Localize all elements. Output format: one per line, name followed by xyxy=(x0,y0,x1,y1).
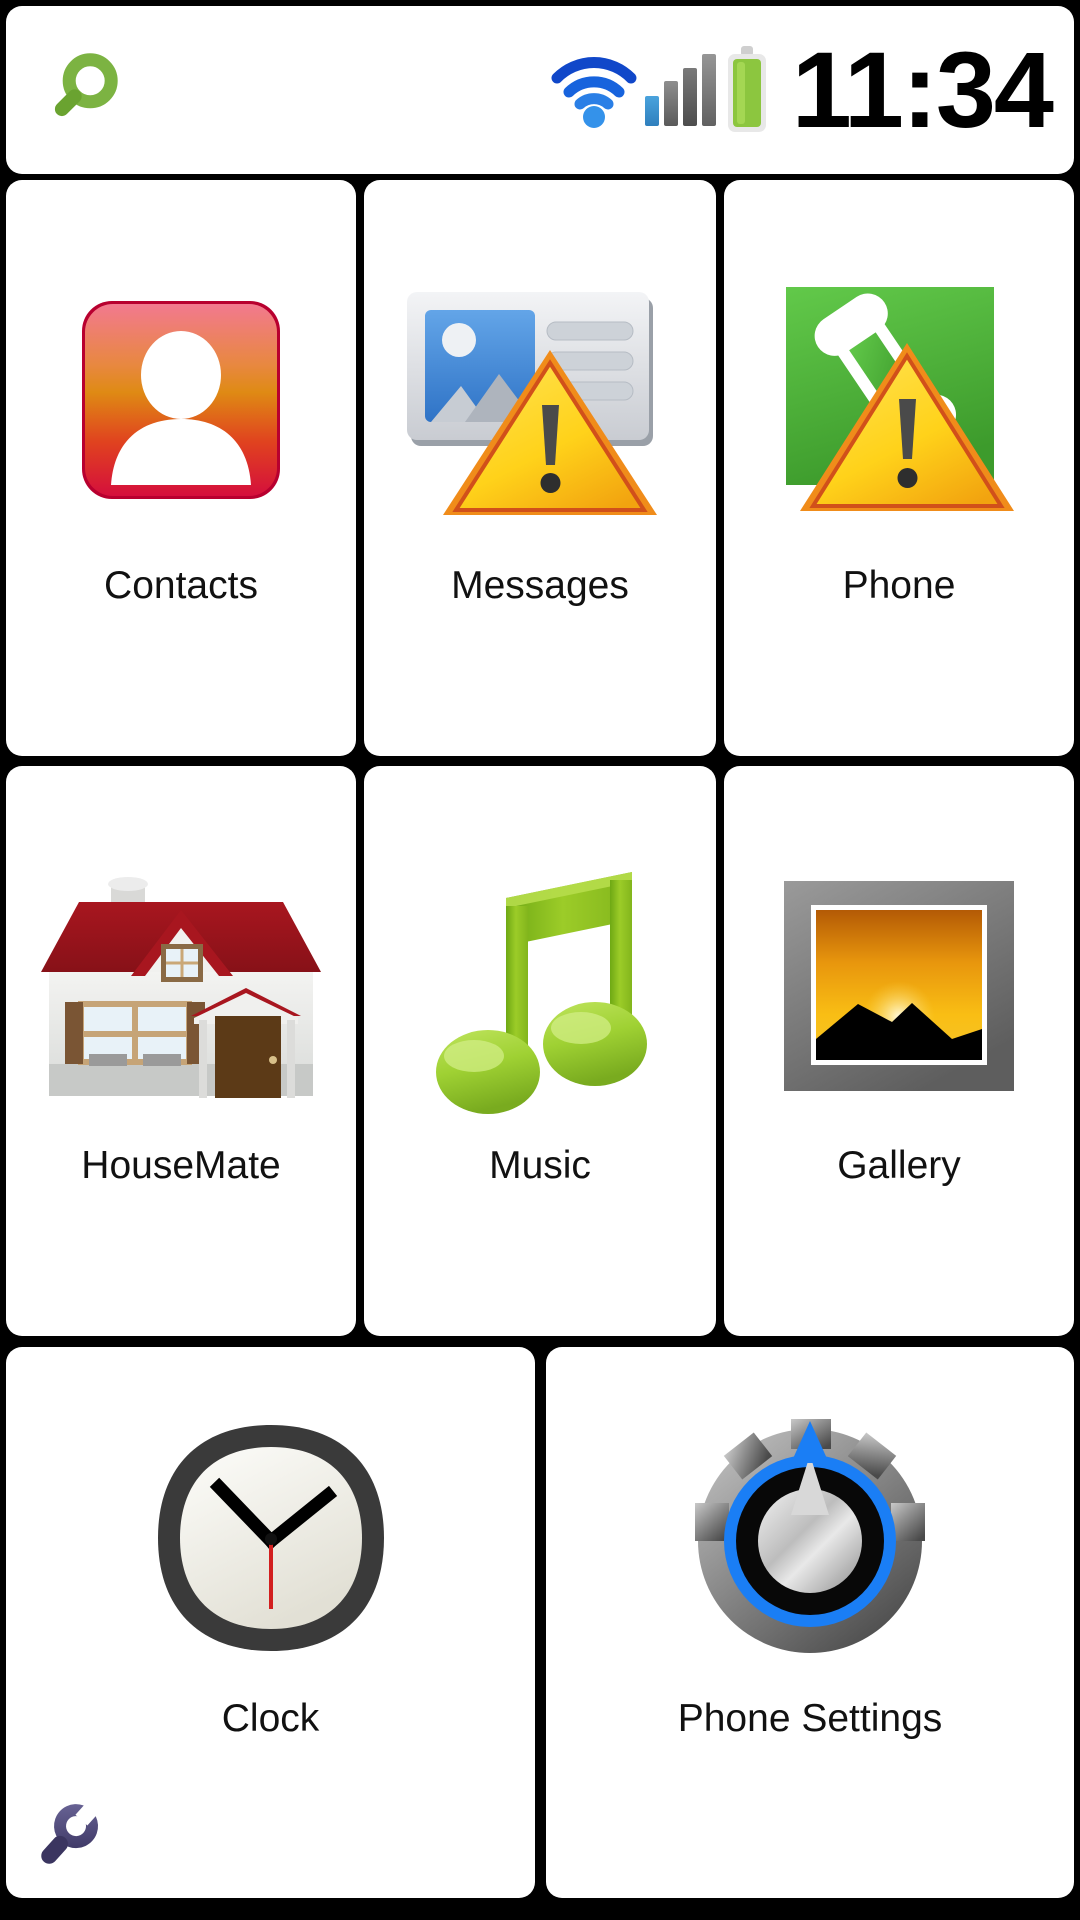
app-tile-housemate[interactable]: HouseMate xyxy=(6,766,356,1336)
house-icon-wrap xyxy=(6,836,356,1136)
home-screen: 11:34 Contacts Messages Phone HouseMate … xyxy=(0,0,1080,1920)
contacts-icon xyxy=(82,301,280,499)
app-tile-music[interactable]: Music xyxy=(364,766,716,1336)
house-icon xyxy=(41,876,321,1098)
app-label-phone: Phone xyxy=(842,564,956,607)
search-icon xyxy=(52,48,123,119)
settings-gear-icon xyxy=(694,1418,925,1653)
analog-clock-icon xyxy=(157,1425,384,1651)
app-tile-contacts[interactable]: Contacts xyxy=(6,180,356,756)
app-label-housemate: HouseMate xyxy=(81,1144,281,1187)
status-bar-clock: 11:34 xyxy=(791,29,1054,150)
battery-full-icon xyxy=(727,46,766,132)
status-bar: 11:34 xyxy=(6,6,1074,174)
wifi-icon xyxy=(551,57,637,128)
gallery-icon xyxy=(784,880,1014,1091)
app-tile-phone[interactable]: Phone xyxy=(724,180,1074,756)
gallery-icon-wrap xyxy=(724,836,1074,1136)
phone-icon xyxy=(786,286,1014,511)
app-tile-clock[interactable]: Clock xyxy=(6,1347,535,1898)
wrench-icon xyxy=(37,1797,104,1868)
music-icon-wrap xyxy=(364,836,716,1136)
app-label-clock: Clock xyxy=(221,1697,320,1740)
app-label-messages: Messages xyxy=(451,564,629,607)
music-note-icon xyxy=(436,871,647,1114)
phone-icon-wrap xyxy=(724,250,1074,550)
tools-shortcut-button[interactable] xyxy=(24,1791,112,1884)
messages-icon-wrap xyxy=(364,250,716,550)
search-button[interactable] xyxy=(6,6,156,174)
cellular-signal-icon xyxy=(644,54,716,126)
settings-icon-wrap xyxy=(546,1393,1074,1683)
app-label-contacts: Contacts xyxy=(104,564,258,607)
app-label-music: Music xyxy=(489,1144,591,1187)
app-tile-messages[interactable]: Messages xyxy=(364,180,716,756)
app-tile-gallery[interactable]: Gallery xyxy=(724,766,1074,1336)
contacts-icon-wrap xyxy=(6,250,356,550)
app-label-phone-settings: Phone Settings xyxy=(677,1697,943,1740)
clock-icon-wrap xyxy=(6,1393,535,1683)
messages-icon xyxy=(407,292,657,515)
app-tile-phone-settings[interactable]: Phone Settings xyxy=(546,1347,1074,1898)
app-label-gallery: Gallery xyxy=(837,1144,961,1187)
status-indicators: 11:34 xyxy=(551,36,1074,144)
